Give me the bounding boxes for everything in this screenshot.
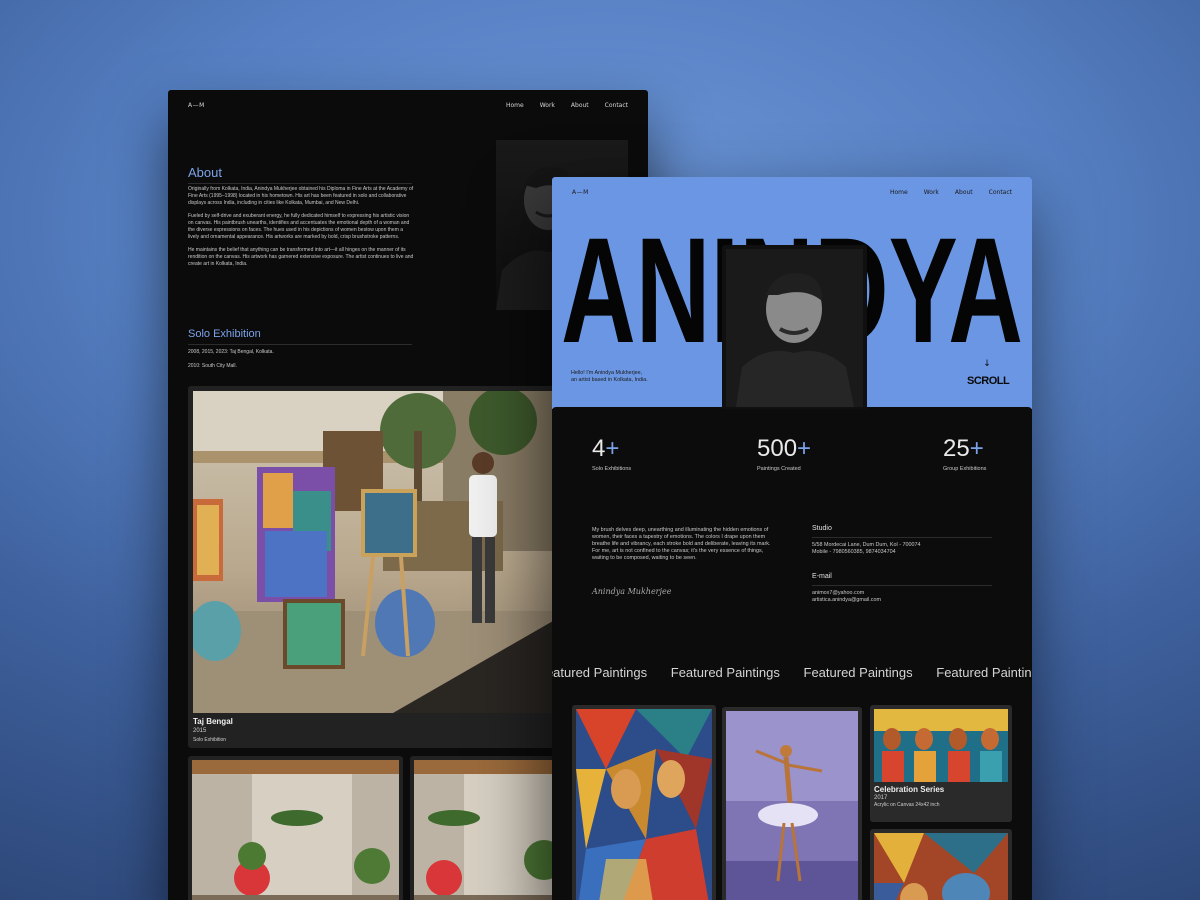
divider xyxy=(188,183,412,184)
stat-caption: Group Exhibitions xyxy=(943,466,987,472)
nav-link-contact[interactable]: Contact xyxy=(605,102,628,109)
exhibition-type: Solo Exhibition xyxy=(193,737,227,743)
home-page-window: A—M Home Work About Contact ANINDYA Hell… xyxy=(552,177,1032,900)
nav-link-about[interactable]: About xyxy=(571,102,589,109)
painting-card[interactable] xyxy=(572,705,716,900)
marquee-item: Featured Paintings xyxy=(670,665,780,680)
painting-card[interactable]: Celebration Series 2017 Acrylic on Canva… xyxy=(870,705,1012,822)
about-paragraph-3: He maintains the belief that anything ca… xyxy=(188,247,414,267)
solo-exhibition-line: 2010: South City Mall. xyxy=(188,363,237,369)
painting-card[interactable] xyxy=(870,829,1012,900)
nav-link-work[interactable]: Work xyxy=(540,102,555,109)
painting-info: Celebration Series 2017 Acrylic on Canva… xyxy=(874,785,944,808)
stat-value: 4 xyxy=(592,435,606,462)
stats-panel: 4+ Solo Exhibitions 500+ Paintings Creat… xyxy=(552,407,1032,900)
hero-intro: Hello! I'm Anindya Mukherjee, an artist … xyxy=(571,370,691,384)
marquee-item: Featured Paintings xyxy=(552,665,648,680)
nav-link-home[interactable]: Home xyxy=(506,102,524,109)
marquee-item: Featured Paintings xyxy=(936,665,1032,680)
email-heading: E-mail xyxy=(812,573,832,580)
painting-medium: Acrylic on Canvas 24x42 inch xyxy=(874,802,940,808)
exhibition-thumbnail-photo xyxy=(192,760,399,900)
exhibition-year: 2015 xyxy=(193,728,207,734)
solo-exhibition-heading: Solo Exhibition xyxy=(188,328,261,340)
about-paragraph-1: Originally from Kolkata, India, Anindya … xyxy=(188,186,414,206)
stat-group-exhibitions: 25+ Group Exhibitions xyxy=(943,435,986,472)
nav-links: Home Work About Contact xyxy=(506,102,628,109)
stat-value: 500 xyxy=(757,435,798,462)
exhibition-name: Taj Bengal xyxy=(193,717,233,726)
painting-card[interactable] xyxy=(722,707,862,900)
divider xyxy=(812,537,992,538)
about-body: Originally from Kolkata, India, Anindya … xyxy=(188,186,414,274)
stat-caption: Paintings Created xyxy=(757,466,801,472)
studio-phone[interactable]: Mobile - 7980560385, 9874034704 xyxy=(812,549,992,556)
solo-exhibition-line: 2008, 2015, 2023: Taj Bengal, Kolkata. xyxy=(188,349,274,355)
stat-caption: Solo Exhibitions xyxy=(592,466,632,472)
exhibition-thumbnail[interactable] xyxy=(188,756,403,900)
painting-title: Celebration Series xyxy=(874,785,945,794)
artist-bio: My brush delves deep, unearthing and ill… xyxy=(592,527,771,561)
about-heading: About xyxy=(188,165,222,180)
divider xyxy=(812,585,992,586)
painting-image xyxy=(874,833,1008,900)
scroll-label: SCROLL xyxy=(967,375,1010,387)
stat-paintings-created: 500+ Paintings Created xyxy=(757,435,811,472)
exhibition-card[interactable]: Taj Bengal 2015 Solo Exhibition xyxy=(188,386,558,748)
contact-info: Studio 5/58 Mordecai Lane, Dum Dum, Kol … xyxy=(812,525,992,603)
marquee-item: Featured Paintings xyxy=(803,665,913,680)
hero-intro-line: an artist based in Kolkata, India. xyxy=(571,377,648,383)
hero-portrait-image xyxy=(722,245,867,409)
stat-solo-exhibitions: 4+ Solo Exhibitions xyxy=(592,435,631,472)
painting-image xyxy=(576,709,712,900)
divider xyxy=(188,344,412,345)
email-link[interactable]: artistica.anindya@gmail.com xyxy=(812,597,992,604)
painting-image xyxy=(726,711,858,900)
hero-intro-line: Hello! I'm Anindya Mukherjee, xyxy=(571,370,643,376)
stat-suffix: + xyxy=(797,435,812,462)
stat-value: 25 xyxy=(943,435,970,462)
studio-heading: Studio xyxy=(812,525,832,532)
painting-year: 2017 xyxy=(874,795,888,801)
exhibition-photo xyxy=(193,391,553,713)
hero-section: A—M Home Work About Contact ANINDYA Hell… xyxy=(552,177,1032,409)
stat-suffix: + xyxy=(605,435,620,462)
painting-image xyxy=(874,709,1008,782)
featured-paintings-marquee: Featured Paintings Featured Paintings Fe… xyxy=(552,665,1032,680)
stat-suffix: + xyxy=(969,435,984,462)
top-nav: A—M Home Work About Contact xyxy=(188,102,628,114)
about-paragraph-2: Fueled by self-drive and exuberant energ… xyxy=(188,213,410,240)
brand-logo[interactable]: A—M xyxy=(188,102,205,109)
scroll-indicator[interactable]: ↓ SCROLL xyxy=(967,359,1010,388)
artist-signature: Anindya Mukherjee xyxy=(592,587,672,596)
arrow-down-icon: ↓ xyxy=(983,359,991,369)
